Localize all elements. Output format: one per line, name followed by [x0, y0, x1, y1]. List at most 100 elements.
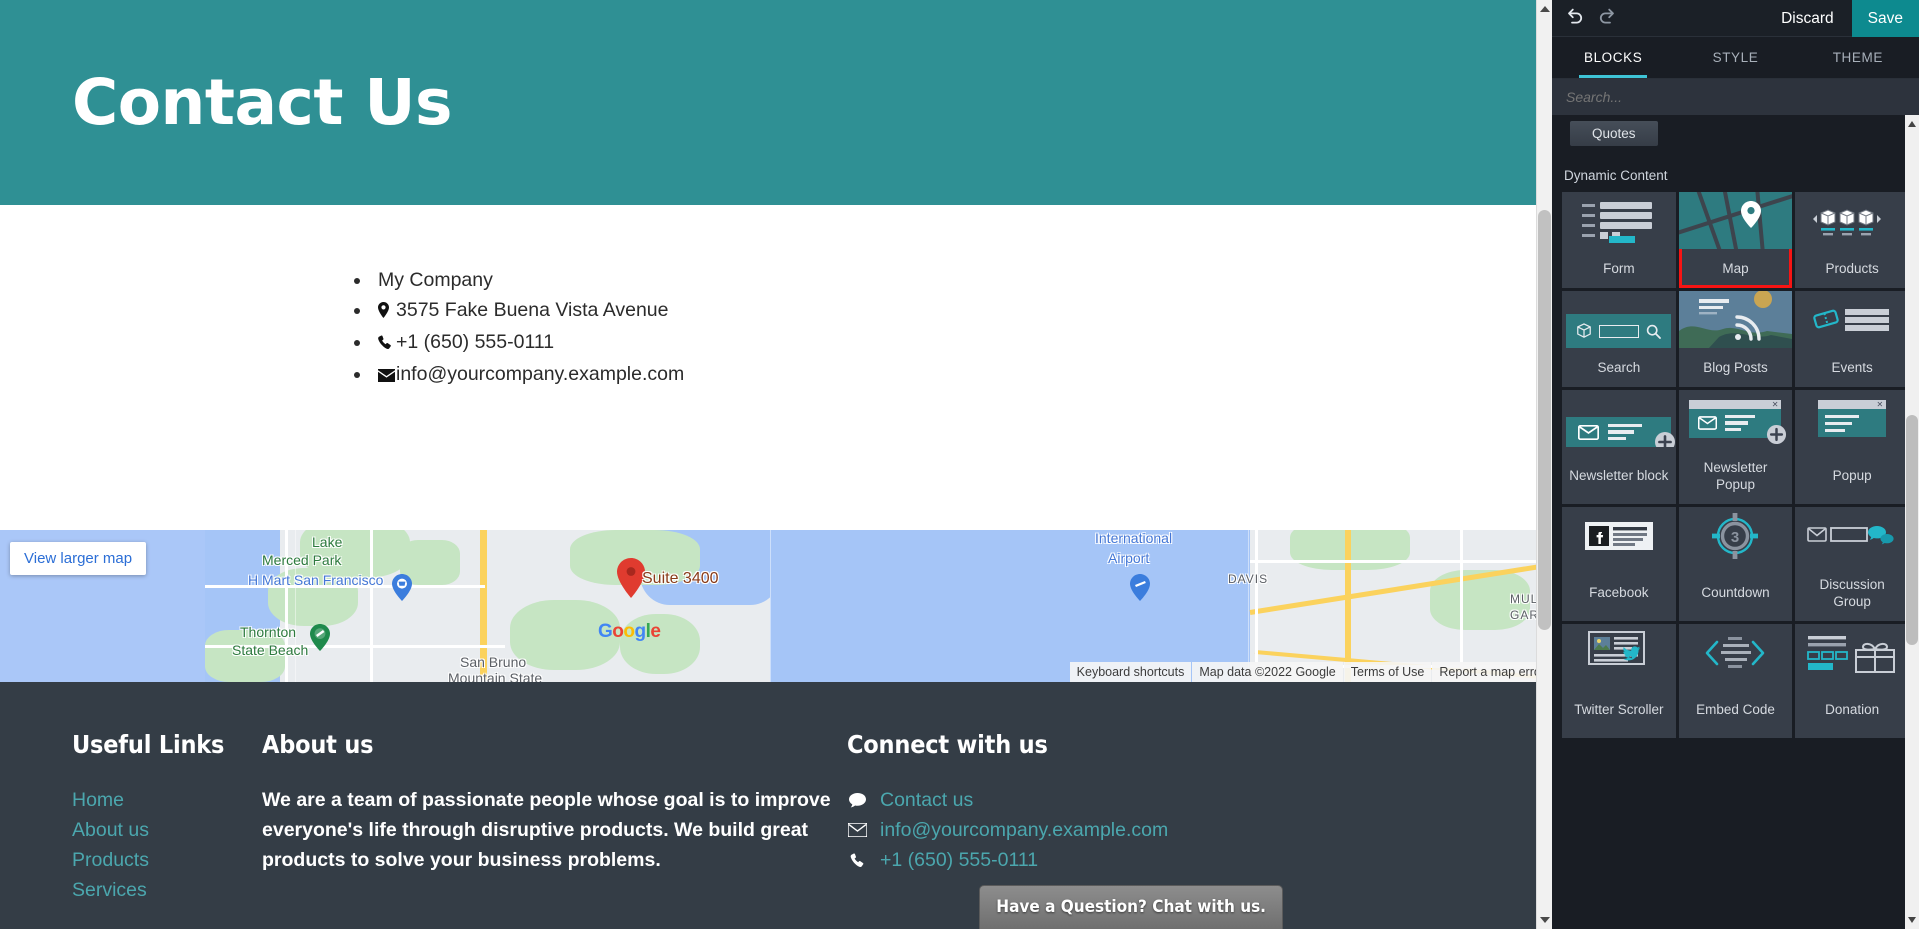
google-watermark: Google	[598, 621, 661, 642]
map-road	[1255, 530, 1258, 682]
map-thumb-icon	[1678, 192, 1793, 249]
footer-contact-row: +1 (650) 555-0111	[847, 845, 1307, 875]
save-button[interactable]: Save	[1851, 0, 1919, 37]
panel-scroll-down-icon[interactable]	[1908, 917, 1916, 923]
list-item: My Company	[372, 265, 1552, 295]
block-item-newsletter-block[interactable]: Newsletter block	[1562, 390, 1676, 504]
list-item: info@yourcompany.example.com	[372, 359, 1552, 391]
countdown-number: 3	[1731, 529, 1739, 546]
list-item: 3575 Fake Buena Vista Avenue	[372, 295, 1552, 327]
hero-banner: Contact Us	[0, 0, 1552, 205]
scroll-down-arrow-icon[interactable]	[1540, 917, 1550, 923]
footer-heading: About us	[262, 730, 374, 759]
blocks-search-bar[interactable]	[1552, 79, 1919, 115]
phone-text: +1 (650) 555-0111	[396, 331, 555, 353]
about-us-text: We are a team of passionate people whose…	[262, 789, 831, 871]
block-item-donation[interactable]: Donation	[1795, 624, 1909, 738]
footer-contact-row: info@yourcompany.example.com	[847, 815, 1307, 845]
block-item-discussion-group[interactable]: Discussion Group	[1795, 507, 1909, 621]
map-label: H Mart San Francisco	[248, 572, 384, 588]
block-label: Newsletter Popup	[1703, 459, 1768, 492]
block-label: Countdown	[1701, 585, 1770, 600]
block-label: Donation	[1825, 702, 1880, 717]
phone-icon	[378, 329, 396, 359]
products-thumb-icon	[1795, 192, 1909, 249]
tab-blocks[interactable]: BLOCKS	[1552, 37, 1674, 78]
footer-link-about-us[interactable]: About us	[72, 815, 262, 845]
block-item-blog-posts[interactable]: Blog Posts	[1678, 291, 1793, 387]
map-bay	[770, 530, 1250, 682]
preview-scrollbar[interactable]	[1536, 0, 1552, 929]
discard-button[interactable]: Discard	[1763, 0, 1852, 37]
map-road	[1460, 530, 1463, 682]
section-title-dynamic-content: Dynamic Content	[1564, 168, 1668, 183]
panel-scrollbar[interactable]	[1905, 115, 1919, 929]
dynamic-content-block-grid: Form Map Products Search Blog Posts Even…	[1562, 192, 1909, 738]
map-poi-marker[interactable]	[392, 574, 412, 601]
contact-info-list: My Company 3575 Fake Buena Vista Avenue …	[372, 265, 1552, 391]
block-item-newsletter-popup[interactable]: ✕ Newsletter Popup	[1678, 390, 1793, 504]
map-label: Thornton	[240, 624, 297, 640]
block-item-map[interactable]: Map	[1678, 192, 1793, 288]
map-credits: Keyboard shortcuts Map data ©2022 Google…	[1069, 662, 1552, 682]
site-footer: Useful Links Home About us Products Serv…	[0, 682, 1552, 929]
scrollbar-thumb[interactable]	[1538, 210, 1551, 630]
map-road	[1250, 560, 1552, 563]
undo-icon[interactable]	[1566, 7, 1584, 30]
search-input[interactable]	[1566, 89, 1905, 105]
block-item-popup[interactable]: ✕ Popup	[1795, 390, 1909, 504]
block-label: Map	[1722, 261, 1749, 276]
footer-link-products[interactable]: Products	[72, 845, 262, 875]
block-item-form[interactable]: Form	[1562, 192, 1676, 288]
map-road	[370, 530, 373, 682]
block-item-countdown[interactable]: 3 Discussion Group Countdown	[1678, 507, 1793, 621]
footer-email-link[interactable]: info@yourcompany.example.com	[880, 815, 1168, 845]
panel-scroll-up-icon[interactable]	[1908, 121, 1916, 127]
google-map-embed[interactable]: Lake Merced Park H Mart San Francisco Th…	[0, 530, 1552, 682]
block-item-search[interactable]: Search	[1562, 291, 1676, 387]
block-item-twitter-scroller[interactable]: Twitter Scroller	[1562, 624, 1676, 738]
footer-contact-us-link[interactable]: Contact us	[880, 785, 973, 815]
keyboard-shortcuts-link[interactable]: Keyboard shortcuts	[1069, 662, 1192, 682]
embed-code-thumb-icon	[1679, 624, 1793, 681]
tab-theme[interactable]: THEME	[1797, 37, 1919, 78]
map-data-text: Map data ©2022 Google	[1192, 662, 1343, 682]
chat-widget-button[interactable]: Have a Question? Chat with us.	[979, 885, 1283, 929]
redo-icon[interactable]	[1598, 7, 1616, 30]
block-label: Form	[1603, 261, 1635, 276]
block-item-products[interactable]: Products	[1795, 192, 1909, 288]
terms-of-use-link[interactable]: Terms of Use	[1343, 662, 1432, 682]
map-poi-marker[interactable]	[310, 624, 330, 651]
newsletter-block-thumb-icon	[1562, 390, 1676, 447]
block-item-embed-code[interactable]: Embed Code	[1678, 624, 1793, 738]
footer-column-about-us: About us We are a team of passionate peo…	[262, 730, 847, 905]
block-label: Popup	[1832, 468, 1872, 483]
block-item-events[interactable]: Events	[1795, 291, 1909, 387]
report-map-error-link[interactable]: Report a map error	[1432, 662, 1552, 682]
footer-heading: Useful Links	[72, 730, 225, 759]
quotes-chip-row: Quotes	[1562, 115, 1909, 146]
footer-link-home[interactable]: Home	[72, 785, 262, 815]
company-name: My Company	[378, 269, 493, 291]
map-label: Airport	[1108, 550, 1150, 566]
countdown-thumb-icon: 3	[1679, 507, 1793, 564]
block-label: Twitter Scroller	[1574, 702, 1664, 717]
block-label: Newsletter block	[1569, 468, 1669, 483]
panel-scrollbar-thumb[interactable]	[1906, 415, 1918, 645]
block-chip-quotes[interactable]: Quotes	[1570, 121, 1658, 146]
form-submit-bar-icon	[1609, 236, 1635, 243]
footer-phone-link[interactable]: +1 (650) 555-0111	[880, 845, 1038, 875]
map-label: DAVIS	[1228, 572, 1269, 586]
scroll-up-arrow-icon[interactable]	[1540, 6, 1550, 12]
block-label: Products	[1825, 261, 1879, 276]
footer-contact-row: Contact us	[847, 785, 1307, 815]
footer-heading: Connect with us	[847, 730, 1048, 759]
footer-link-services[interactable]: Services	[72, 875, 262, 905]
block-item-facebook[interactable]: Facebook	[1562, 507, 1676, 621]
tab-style[interactable]: STYLE	[1674, 37, 1796, 78]
map-poi-marker[interactable]	[1130, 574, 1150, 601]
phone-icon	[847, 852, 867, 868]
view-larger-map-button[interactable]: View larger map	[10, 542, 147, 575]
blocks-scroll-area: Quotes Dynamic Content Form Map Products…	[1552, 115, 1919, 929]
search-thumb-icon	[1562, 291, 1676, 348]
